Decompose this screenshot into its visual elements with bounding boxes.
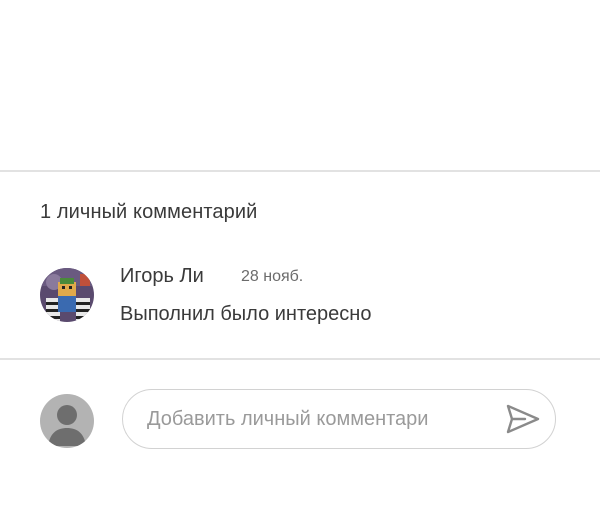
default-person-icon [40, 394, 94, 448]
comment-text: Выполнил было интересно [120, 303, 372, 325]
divider [0, 170, 600, 172]
blank-area [0, 0, 600, 170]
comments-count-title: 1 личный комментарий [40, 201, 258, 223]
send-button[interactable] [505, 403, 541, 435]
private-comments-page: 1 личный комментарий Игорь Ли 28 нояб. В… [0, 0, 600, 509]
comment-date: 28 нояб. [241, 268, 304, 285]
comment-item: Игорь Ли 28 нояб. Выполнил было интересн… [38, 262, 578, 332]
comment-input[interactable] [147, 398, 495, 440]
comment-author: Игорь Ли [120, 265, 204, 287]
divider [0, 358, 600, 360]
comment-input-container [122, 389, 556, 449]
user-photo-avatar[interactable] [40, 268, 94, 322]
send-icon [506, 404, 540, 434]
